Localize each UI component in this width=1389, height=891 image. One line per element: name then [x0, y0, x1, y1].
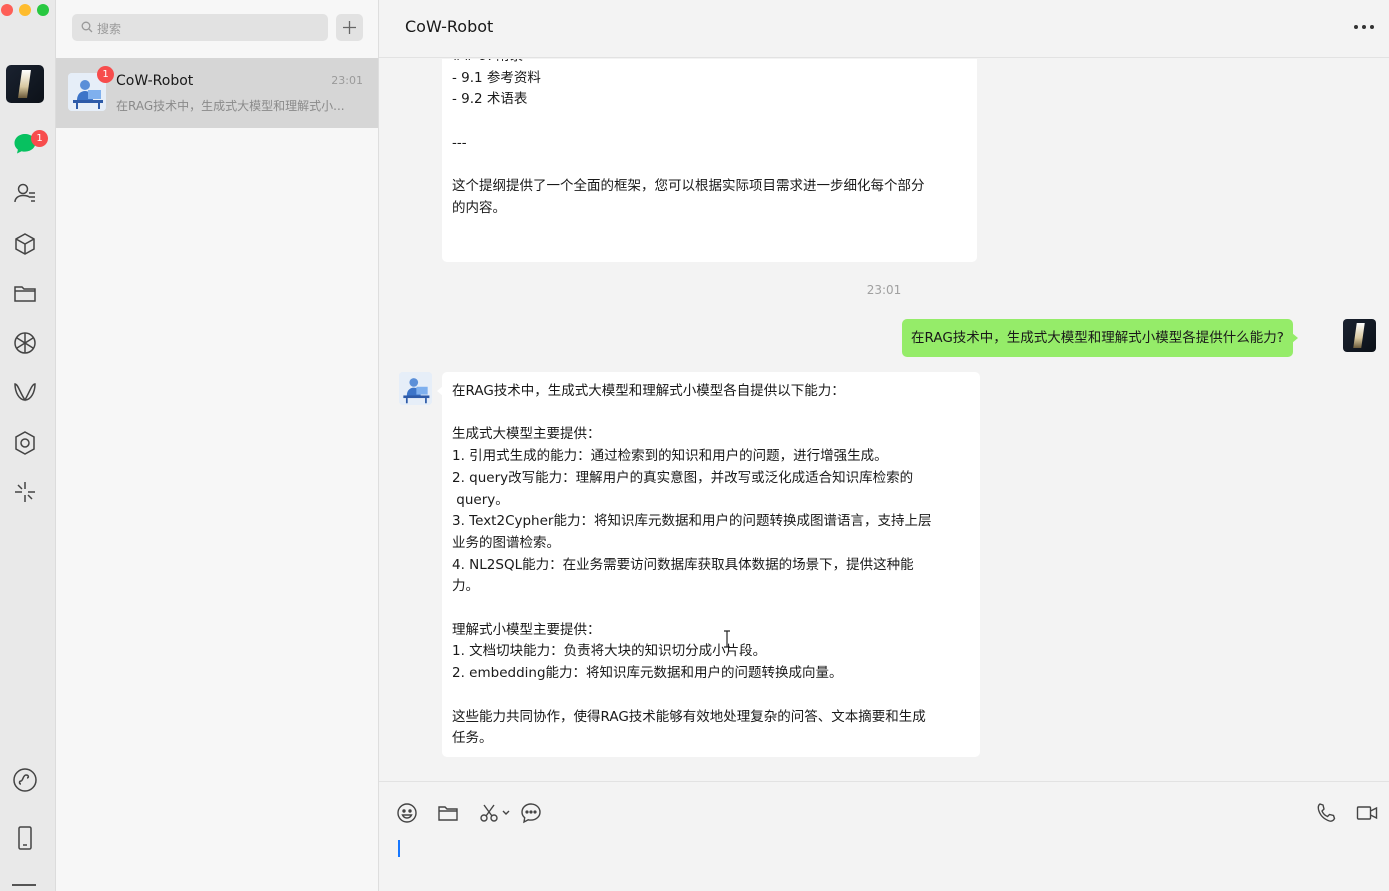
search-discover-icon[interactable]: [12, 479, 38, 505]
emoji-icon[interactable]: [394, 800, 420, 826]
conversation-list: 搜索 1 CoW-Robot 23:01 在RAG技术中，生成式大模型和理解式小…: [56, 0, 379, 891]
window-minimize-button[interactable]: [19, 4, 31, 16]
miniapp-icon[interactable]: [12, 767, 38, 793]
folder-icon[interactable]: [435, 800, 461, 826]
bot-avatar[interactable]: [399, 372, 432, 405]
my-avatar[interactable]: [1343, 319, 1376, 352]
chat-header: CoW-Robot: [379, 0, 1389, 58]
text-input-caret[interactable]: [398, 840, 400, 857]
search-placeholder: 搜索: [97, 22, 122, 36]
video-call-icon[interactable]: [1354, 800, 1380, 826]
conversation-preview: 在RAG技术中，生成式大模型和理解式小...: [116, 99, 345, 113]
folder-icon[interactable]: [12, 280, 38, 306]
moments-icon[interactable]: [12, 330, 38, 356]
more-options-button[interactable]: [1351, 16, 1377, 38]
box-icon[interactable]: [12, 231, 38, 257]
contacts-icon[interactable]: [12, 181, 38, 207]
bot-message[interactable]: ## 9. 附录 - 9.1 参考资料 - 9.2 术语表 --- 这个提纲提供…: [442, 59, 977, 262]
phone-icon[interactable]: [12, 825, 38, 851]
message-composer[interactable]: [379, 781, 1389, 891]
more-icon: [1354, 25, 1374, 29]
plus-icon: [343, 21, 356, 34]
unread-badge: 1: [97, 66, 114, 83]
nav-rail: 1: [0, 0, 56, 891]
search-input[interactable]: 搜索: [72, 14, 328, 41]
chat-history-icon[interactable]: [518, 800, 544, 826]
conversation-name: CoW-Robot: [116, 73, 194, 89]
bot-message[interactable]: 在RAG技术中，生成式大模型和理解式小模型各自提供以下能力： 生成式大模型主要提…: [437, 372, 980, 757]
text-cursor-icon: [724, 630, 730, 648]
chat-panel: CoW-Robot ## 9. 附录 - 9.1 参考资料 - 9.2 术语表 …: [379, 0, 1389, 891]
conversation-time: 23:01: [331, 74, 363, 87]
voice-call-icon[interactable]: [1313, 800, 1339, 826]
window-close-button[interactable]: [1, 4, 13, 16]
message-timestamp: 23:01: [866, 283, 902, 297]
my-message[interactable]: 在RAG技术中，生成式大模型和理解式小模型各提供什么能力?: [902, 319, 1298, 357]
conversation-item[interactable]: 1 CoW-Robot 23:01 在RAG技术中，生成式大模型和理解式小...: [56, 58, 378, 128]
window-zoom-button[interactable]: [37, 4, 49, 16]
menu-handle[interactable]: [12, 884, 36, 886]
scissors-icon[interactable]: [478, 800, 514, 826]
chat-title: CoW-Robot: [405, 17, 494, 36]
message-list[interactable]: ## 9. 附录 - 9.1 参考资料 - 9.2 术语表 --- 这个提纲提供…: [379, 59, 1389, 781]
user-avatar[interactable]: [6, 65, 44, 103]
chat-unread-badge: 1: [31, 130, 48, 147]
add-button[interactable]: [336, 14, 363, 41]
search-icon: [81, 21, 93, 33]
channels-icon[interactable]: [12, 379, 38, 405]
mini-programs-icon[interactable]: [12, 430, 38, 456]
